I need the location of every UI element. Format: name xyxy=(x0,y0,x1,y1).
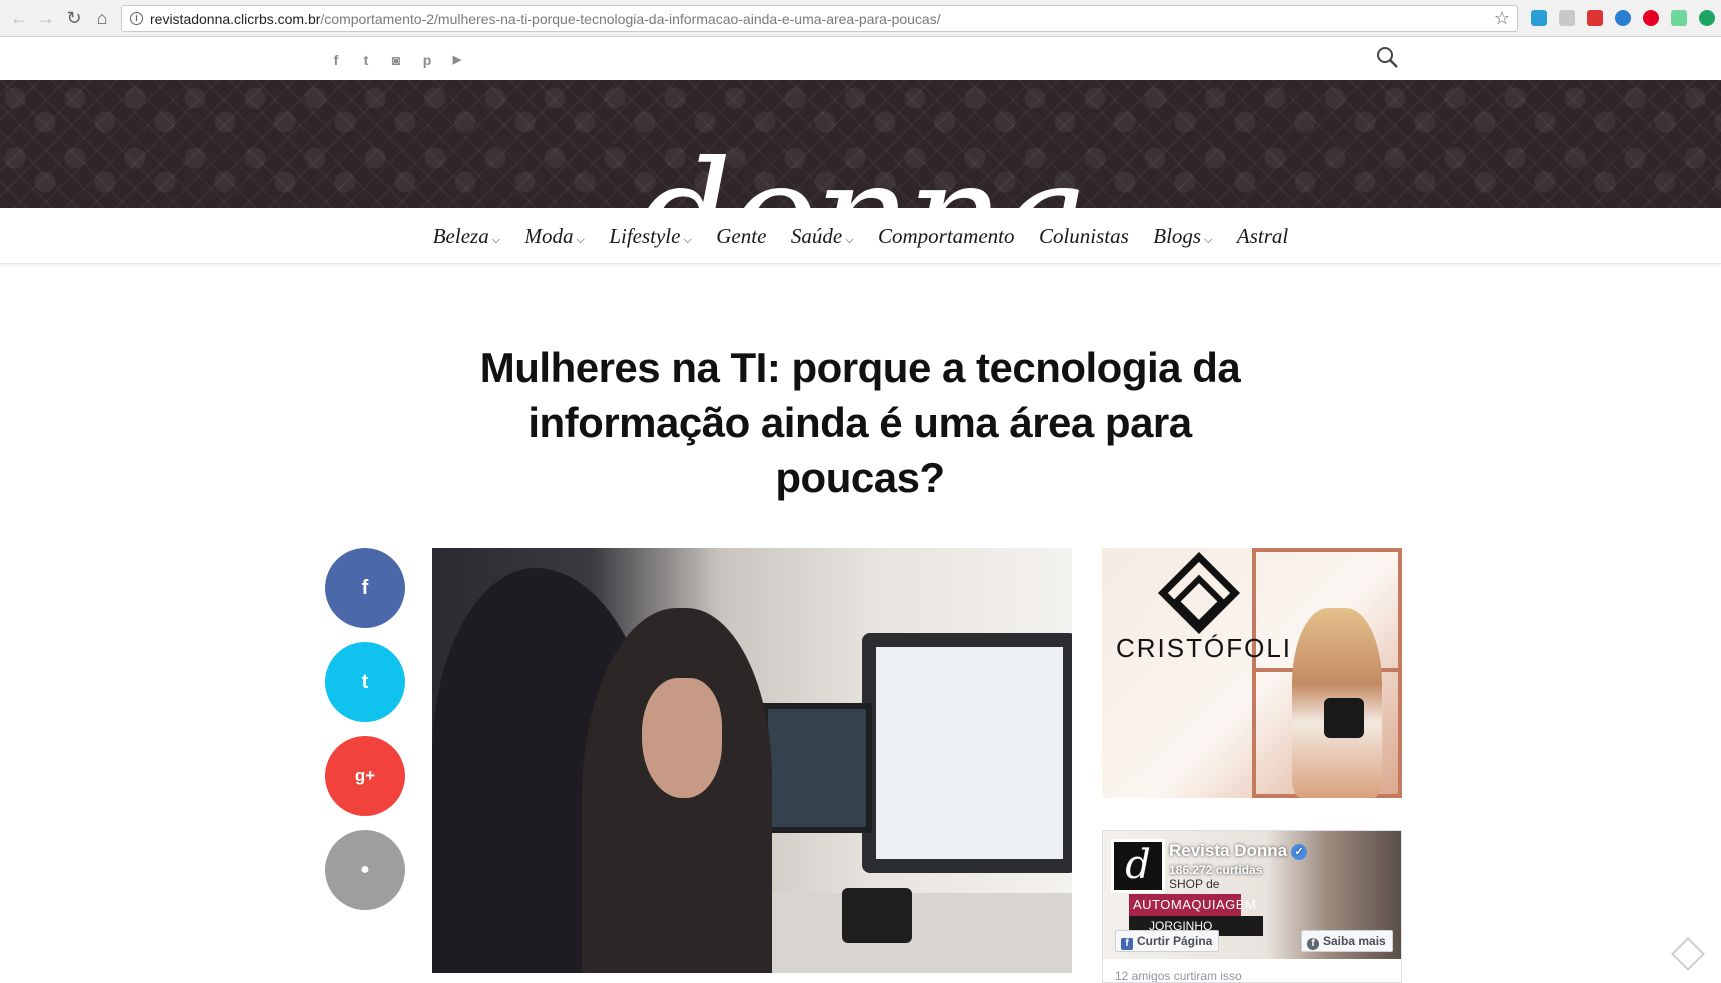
social-bar: f t ◙ p ▶ xyxy=(0,37,1721,80)
facebook-icon: f xyxy=(1307,938,1319,950)
share-google-plus-button[interactable]: g+ xyxy=(325,736,405,816)
phone-shape xyxy=(842,888,912,943)
nav-label: Saúde xyxy=(790,224,843,248)
reload-icon[interactable]: ↻ xyxy=(64,8,84,28)
ad-brand: CRISTÓFOLI xyxy=(1116,633,1293,663)
back-icon[interactable]: ← xyxy=(9,8,29,28)
fb-button-label: Saiba mais xyxy=(1323,934,1386,948)
nav-label: Moda xyxy=(524,224,574,248)
monitor-shape xyxy=(862,633,1072,873)
telegram-icon[interactable] xyxy=(1615,10,1631,26)
title-line: poucas? xyxy=(775,454,945,501)
address-bar[interactable]: i revistadonna.clicrbs.com.br/comportame… xyxy=(121,5,1518,32)
article-hero-image xyxy=(432,548,1072,973)
chevron-down-icon: ⌵ xyxy=(1204,234,1213,246)
fb-friends-like: 12 amigos curtiram isso xyxy=(1115,969,1242,983)
nav-item-gente[interactable]: Gente xyxy=(716,224,766,249)
fb-page-name[interactable]: Revista Donna ✓ xyxy=(1169,841,1308,861)
extension-icon[interactable] xyxy=(1671,10,1687,26)
nav-label: Gente xyxy=(716,224,767,248)
fb-cover-text: SHOP de xyxy=(1169,877,1220,891)
nav-item-colunistas[interactable]: Colunistas xyxy=(1039,224,1129,249)
pinterest-extension-icon[interactable] xyxy=(1643,10,1659,26)
nav-label: Comportamento xyxy=(878,224,1015,248)
nav-item-astral[interactable]: Astral xyxy=(1237,224,1288,249)
nav-item-saude[interactable]: Saúde ⌵ xyxy=(791,224,854,249)
extension-icon[interactable] xyxy=(1587,10,1603,26)
browser-toolbar: ← → ↻ ⌂ i revistadonna.clicrbs.com.br/co… xyxy=(0,0,1721,37)
scroll-helper-icon[interactable] xyxy=(1671,937,1705,971)
url-host: revistadonna.clicrbs.com.br xyxy=(150,11,321,27)
extension-icon[interactable] xyxy=(1531,10,1547,26)
title-line: Mulheres na TI: porque a tecnologia da xyxy=(479,344,1241,391)
nav-item-blogs[interactable]: Blogs ⌵ xyxy=(1153,224,1212,249)
comment-icon: ● xyxy=(360,861,370,878)
twitter-icon: t xyxy=(361,671,369,693)
youtube-icon[interactable]: ▶ xyxy=(448,51,466,69)
fb-page-avatar[interactable]: d xyxy=(1111,839,1165,893)
url-path: /comportamento-2/mulheres-na-ti-porque-t… xyxy=(320,11,941,27)
twitter-icon[interactable]: t xyxy=(357,51,375,69)
face-shape xyxy=(642,678,722,798)
chevron-down-icon: ⌵ xyxy=(576,234,585,246)
fb-like-page-button[interactable]: f Curtir Página xyxy=(1115,930,1220,952)
fb-like-count: 186.272 curtidas xyxy=(1169,863,1263,877)
nav-item-lifestyle[interactable]: Lifestyle ⌵ xyxy=(609,224,692,249)
info-icon[interactable]: i xyxy=(130,12,143,25)
forward-icon[interactable]: → xyxy=(36,8,56,28)
fb-page-name-text: Revista Donna xyxy=(1169,841,1288,860)
nav-item-moda[interactable]: Moda ⌵ xyxy=(525,224,585,249)
nav-item-comportamento[interactable]: Comportamento xyxy=(878,224,1015,249)
site-logo[interactable]: donna xyxy=(0,142,1721,208)
header-banner: donna xyxy=(0,80,1721,208)
facebook-icon: f xyxy=(1121,938,1133,950)
verified-badge-icon: ✓ xyxy=(1291,844,1308,860)
search-icon[interactable] xyxy=(1376,46,1398,68)
comment-button[interactable]: ● xyxy=(325,830,405,910)
share-facebook-button[interactable]: f xyxy=(325,548,405,628)
extension-icon[interactable] xyxy=(1559,10,1575,26)
nav-label: Blogs xyxy=(1153,224,1202,248)
url-text[interactable]: revistadonna.clicrbs.com.br/comportament… xyxy=(150,11,941,27)
fb-button-label: Curtir Página xyxy=(1137,934,1213,948)
nav-label: Astral xyxy=(1236,224,1289,248)
article-title: Mulheres na TI: porque a tecnologia da i… xyxy=(430,340,1290,505)
nav-label: Colunistas xyxy=(1038,224,1129,248)
facebook-page-widget: AUTOMAQUIAGEM JORGINHO GOULART d Revista… xyxy=(1102,830,1402,983)
facebook-icon: f xyxy=(361,577,369,599)
google-plus-icon: g+ xyxy=(354,766,376,785)
cristofoli-logo-icon xyxy=(1157,551,1241,635)
home-icon[interactable]: ⌂ xyxy=(92,8,112,28)
nav-label: Beleza xyxy=(432,224,489,248)
nav-label: Lifestyle xyxy=(609,224,681,248)
ad-bag-image xyxy=(1324,698,1364,738)
extension-icon[interactable] xyxy=(1699,10,1715,26)
monitor-shape xyxy=(762,703,872,833)
bookmark-star-icon[interactable]: ☆ xyxy=(1494,8,1510,29)
instagram-icon[interactable]: ◙ xyxy=(387,51,405,69)
facebook-icon[interactable]: f xyxy=(327,51,345,69)
fb-cover-text: AUTOMAQUIAGEM xyxy=(1129,894,1256,916)
chevron-down-icon: ⌵ xyxy=(491,234,501,246)
sidebar-ad[interactable]: CRISTÓFOLI xyxy=(1102,548,1402,798)
nav-item-beleza[interactable]: Beleza ⌵ xyxy=(433,224,500,249)
fb-learn-more-button[interactable]: f Saiba mais xyxy=(1301,930,1393,952)
title-line: informação ainda é uma área para xyxy=(528,399,1192,446)
pinterest-icon[interactable]: p xyxy=(418,51,436,69)
share-twitter-button[interactable]: t xyxy=(325,642,405,722)
chevron-down-icon: ⌵ xyxy=(845,234,854,246)
main-navigation: Beleza ⌵ Moda ⌵ Lifestyle ⌵ Gente Saúde ⌵ Co… xyxy=(0,208,1721,264)
chevron-down-icon: ⌵ xyxy=(683,234,692,246)
